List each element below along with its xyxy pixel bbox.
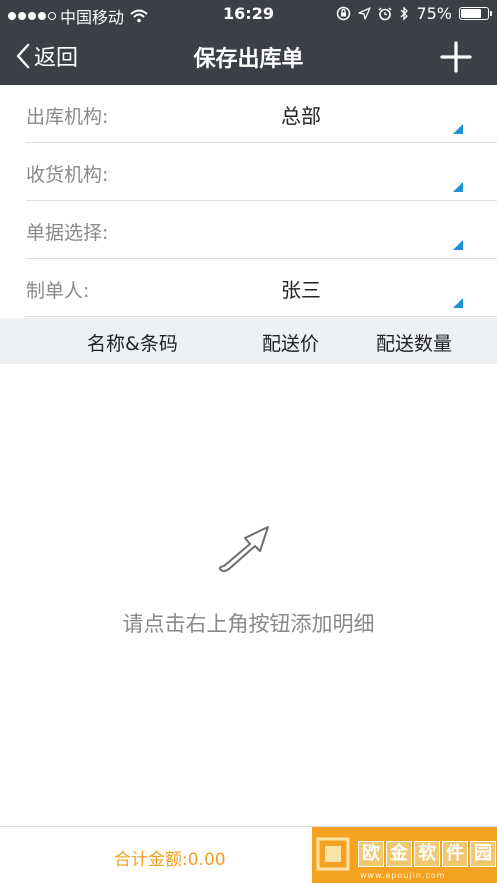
status-right: 75%: [336, 4, 492, 23]
dropdown-corner-icon: [453, 182, 463, 192]
add-button[interactable]: [439, 40, 473, 74]
footer-bar: 合计金额:0.00 欧 金 软 件 园 www.apoujin.com: [0, 826, 497, 883]
battery-percent: 75%: [416, 4, 452, 23]
arrow-up-right-icon: [218, 526, 269, 572]
receiving-org-label: 收货机构:: [26, 164, 109, 186]
watermark-text: 欧 金 软 件 园: [358, 841, 497, 867]
column-header-quantity: 配送数量: [376, 333, 453, 355]
watermark-char: 园: [470, 841, 496, 867]
outbound-org-value: 总部: [281, 104, 321, 128]
save-button[interactable]: 欧 金 软 件 园 www.apoujin.com: [312, 827, 497, 883]
location-icon: [358, 7, 372, 20]
form-row-outbound-org[interactable]: 出库机构: 总部: [26, 85, 497, 143]
battery-icon: [459, 7, 492, 20]
dropdown-corner-icon: [453, 124, 463, 134]
watermark-logo: 欧 金 软 件 园 www.apoujin.com: [316, 837, 497, 880]
logo-icon: [316, 837, 350, 871]
form-row-document-select[interactable]: 单据选择:: [26, 201, 497, 259]
form-row-receiving-org[interactable]: 收货机构:: [26, 143, 497, 201]
status-bar: 中国移动 16:29 75%: [0, 0, 497, 28]
outbound-org-label: 出库机构:: [26, 106, 109, 128]
watermark-char: 件: [442, 841, 468, 867]
alarm-icon: [378, 6, 392, 20]
total-amount: 合计金额:0.00: [114, 850, 226, 870]
empty-state: 请点击右上角按钮添加明细: [0, 520, 497, 638]
watermark-char: 软: [414, 841, 440, 867]
creator-value: 张三: [281, 278, 321, 302]
empty-state-message: 请点击右上角按钮添加明细: [122, 612, 375, 636]
watermark-url: www.apoujin.com: [360, 871, 446, 880]
column-header-price: 配送价: [262, 333, 320, 355]
bluetooth-icon: [400, 6, 409, 21]
document-select-label: 单据选择:: [26, 222, 109, 244]
column-header-name-barcode: 名称&条码: [87, 333, 178, 355]
navigation-bar: 返回 保存出库单: [0, 28, 497, 85]
dropdown-corner-icon: [453, 240, 463, 250]
table-header: 名称&条码 配送价 配送数量: [0, 318, 497, 364]
form-row-creator[interactable]: 制单人: 张三: [26, 259, 497, 317]
dropdown-corner-icon: [453, 298, 463, 308]
page-title: 保存出库单: [193, 47, 304, 72]
watermark-char: 金: [386, 841, 412, 867]
order-form: 出库机构: 总部 收货机构: 单据选择: 制单人: 张三: [0, 85, 497, 317]
app-header: 中国移动 16:29 75% 返回 保存出库单: [0, 0, 497, 85]
orientation-lock-icon: [337, 6, 351, 21]
watermark-char: 欧: [358, 841, 384, 867]
creator-label: 制单人:: [26, 280, 90, 302]
